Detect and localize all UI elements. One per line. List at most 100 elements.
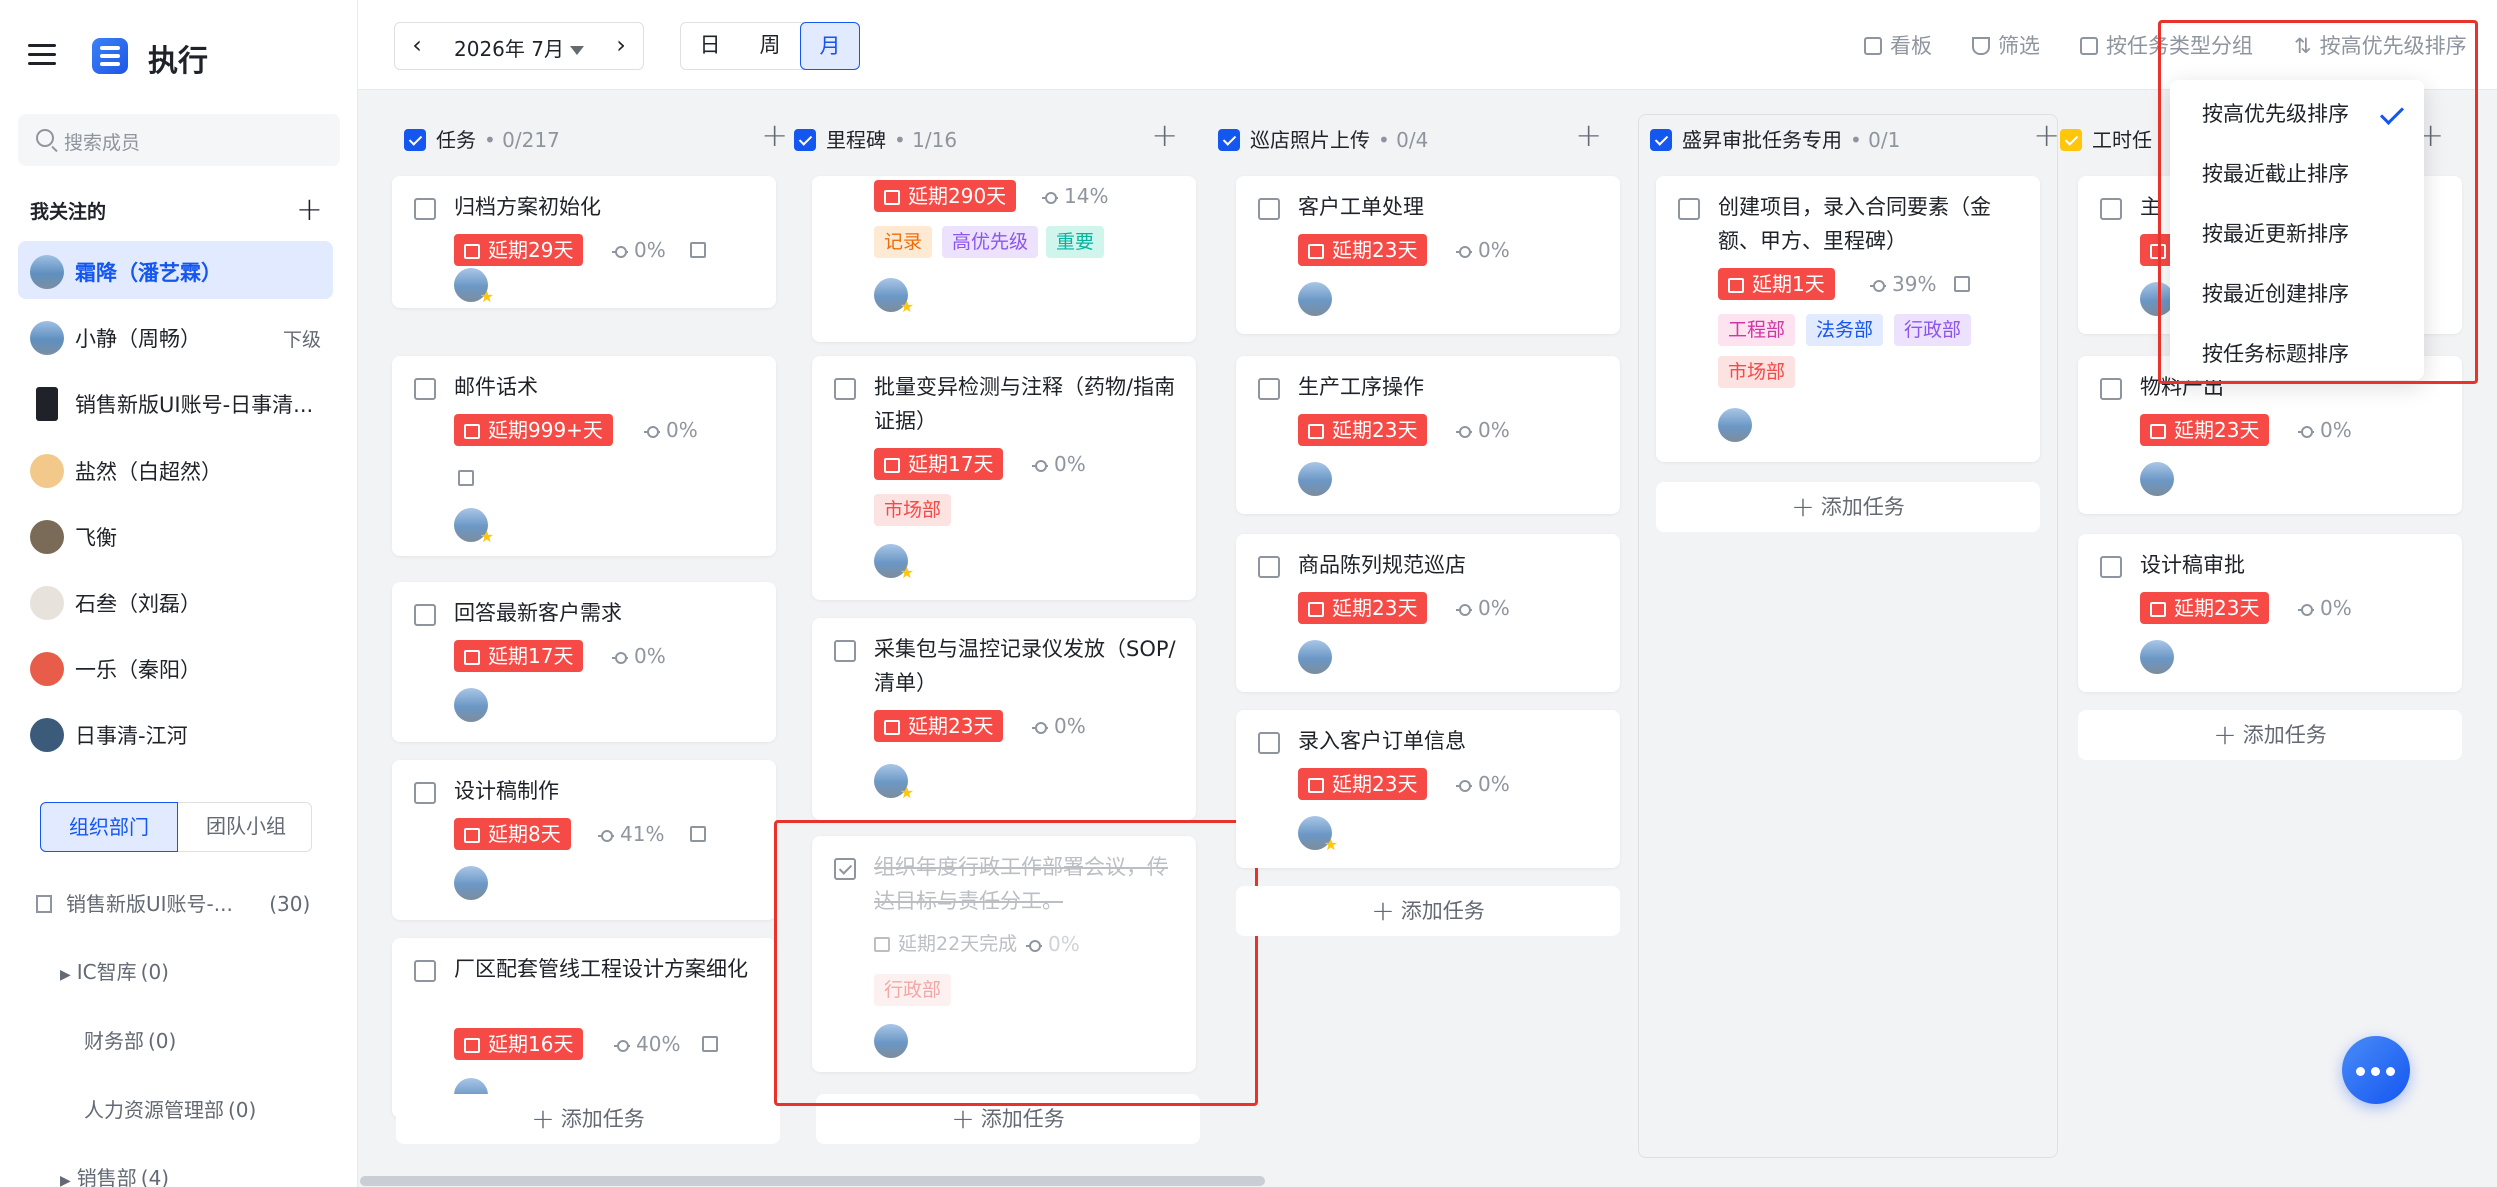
dept-name: 人力资源管理部 [84, 1098, 224, 1122]
dept-count: (0) [228, 1098, 257, 1122]
edit-icon[interactable] [702, 1036, 718, 1052]
bookmark-icon [36, 387, 58, 421]
progress: 0% [1456, 768, 1510, 800]
task-card[interactable]: 创建项目，录入合同要素（金额、甲方、里程碑） 延期1天 39% 工程部 法务部 … [1656, 176, 2040, 462]
task-card[interactable]: 邮件话术 延期999+天 0% ★ [392, 356, 776, 556]
edit-icon[interactable] [690, 826, 706, 842]
column-count-value: 0/1 [1868, 128, 1901, 152]
dept-item[interactable]: 财务部 (0) [84, 1025, 176, 1054]
member-search-input[interactable]: 搜索成员 [18, 114, 340, 166]
task-card[interactable]: 录入客户订单信息 延期23天 0% ★ [1236, 710, 1620, 868]
tab-org[interactable]: 组织部门 [40, 802, 178, 852]
horizontal-scrollbar[interactable] [360, 1176, 1265, 1186]
view-month-button[interactable]: 月 [800, 22, 860, 70]
task-checkbox[interactable] [414, 604, 436, 626]
view-week-button[interactable]: 周 [740, 22, 800, 70]
add-column-task-button[interactable]: + [2033, 116, 2060, 154]
edit-icon[interactable] [690, 242, 706, 258]
column-count: • 1/16 [894, 128, 958, 152]
task-checkbox[interactable] [1258, 556, 1280, 578]
member-item[interactable]: 霜降（潘艺霖） [18, 241, 333, 299]
edit-icon[interactable] [1954, 276, 1970, 292]
add-task-button[interactable]: + 添加任务 [2078, 710, 2462, 760]
edit-icon[interactable] [458, 470, 474, 486]
add-task-button[interactable]: + 添加任务 [1236, 886, 1620, 936]
task-card[interactable]: 回答最新客户需求 延期17天 0% [392, 582, 776, 742]
task-checkbox[interactable] [1258, 198, 1280, 220]
assignee-avatar: ★ [454, 508, 494, 546]
progress-value: 0% [1054, 452, 1086, 476]
chevron-down-icon [569, 46, 584, 55]
progress: 39% [1870, 268, 1936, 300]
task-card[interactable]: 延期290天 14% 记录 高优先级 重要 ★ [812, 176, 1196, 342]
calendar-icon [2150, 424, 2166, 439]
add-task-button[interactable]: + 添加任务 [396, 1094, 780, 1144]
menu-icon[interactable] [28, 44, 56, 66]
member-item[interactable]: 小静（周畅） 下级 [18, 307, 333, 365]
date-navigator: ‹ 2026年 7月 › [394, 22, 644, 70]
task-card[interactable]: 归档方案初始化 延期29天 0% ★ [392, 176, 776, 308]
task-checkbox[interactable] [1678, 198, 1700, 220]
task-checkbox[interactable] [2100, 198, 2122, 220]
task-checkbox[interactable] [2100, 378, 2122, 400]
calendar-icon [464, 828, 480, 843]
more-actions-button[interactable] [2342, 1036, 2410, 1104]
next-month-button[interactable]: › [599, 23, 643, 69]
task-card[interactable]: 设计稿审批 延期23天 0% [2078, 534, 2462, 692]
task-checkbox[interactable] [414, 960, 436, 982]
due-badge: 延期23天 [1298, 234, 1428, 266]
task-checkbox[interactable] [414, 378, 436, 400]
sidebar: 执行 搜索成员 我关注的 + 霜降（潘艺霖） 小静（周畅） 下级 销售新版UI账号… [0, 0, 358, 1187]
column-title: 里程碑 [826, 128, 886, 152]
dept-item[interactable]: 人力资源管理部 (0) [84, 1094, 256, 1123]
progress-value: 0% [2320, 418, 2352, 442]
filter-button[interactable]: 筛选 [1972, 30, 2040, 60]
prev-month-button[interactable]: ‹ [395, 23, 439, 69]
progress-value: 0% [1478, 238, 1510, 262]
column-count: • 0/1 [1850, 128, 1901, 152]
task-checkbox[interactable] [1258, 732, 1280, 754]
task-checkbox[interactable] [834, 640, 856, 662]
add-column-task-button[interactable]: + [1151, 116, 1178, 154]
add-task-label: 添加任务 [1400, 899, 1485, 923]
assignee-avatar [2140, 462, 2174, 496]
due-label: 延期16天 [488, 1032, 574, 1056]
dept-item[interactable]: ▶ IC智库 (0) [60, 956, 169, 985]
tag: 工程部 [1718, 314, 1796, 346]
add-column-task-button[interactable]: + [1575, 116, 1602, 154]
member-item[interactable]: 一乐（秦阳） [18, 638, 333, 696]
add-column-task-button[interactable]: + [761, 116, 788, 154]
member-item[interactable]: 飞衡 [18, 506, 333, 564]
task-checkbox[interactable] [1258, 378, 1280, 400]
task-card[interactable]: 厂区配套管线工程设计方案细化 延期16天 40% [392, 938, 776, 1118]
member-item[interactable]: 盐然（白超然） [18, 440, 333, 498]
tab-team[interactable]: 团队小组 [177, 802, 315, 852]
task-checkbox[interactable] [2100, 556, 2122, 578]
view-day-button[interactable]: 日 [680, 22, 740, 70]
dept-item[interactable]: ▶ 销售部 (4) [60, 1162, 169, 1187]
column-header: 盛昇审批任务专用 • 0/1 + [1650, 116, 2060, 160]
column-count-value: 0/4 [1396, 128, 1429, 152]
dept-item[interactable]: 销售新版UI账号-... (30) [36, 888, 310, 917]
task-type-icon [404, 129, 426, 151]
member-item[interactable]: 石叁（刘磊） [18, 572, 333, 630]
kanban-button[interactable]: 看板 [1864, 30, 1932, 60]
task-card[interactable]: 商品陈列规范巡店 延期23天 0% [1236, 534, 1620, 692]
column-count-value: 0/217 [502, 128, 560, 152]
member-item[interactable]: 销售新版UI账号-日事清... [18, 373, 333, 431]
task-card[interactable]: 批量变异检测与注释（药物/指南证据） 延期17天 0% 市场部 ★ [812, 356, 1196, 600]
task-checkbox[interactable] [414, 782, 436, 804]
add-task-button[interactable]: + 添加任务 [1656, 482, 2040, 532]
task-card[interactable]: 采集包与温控记录仪发放（SOP/清单） 延期23天 0% ★ [812, 618, 1196, 820]
task-card[interactable]: 设计稿制作 延期8天 41% [392, 760, 776, 920]
add-followed-button[interactable]: + [296, 190, 323, 228]
task-checkbox[interactable] [834, 378, 856, 400]
task-checkbox[interactable] [414, 198, 436, 220]
task-card[interactable]: 客户工单处理 延期23天 0% [1236, 176, 1620, 334]
app-root: 执行 搜索成员 我关注的 + 霜降（潘艺霖） 小静（周畅） 下级 销售新版UI账号… [0, 0, 2497, 1187]
month-picker[interactable]: 2026年 7月 [439, 33, 599, 62]
task-card[interactable]: 生产工序操作 延期23天 0% [1236, 356, 1620, 514]
member-item[interactable]: 日事清-江河 [18, 704, 333, 762]
task-type-icon [1218, 129, 1240, 151]
progress-icon [612, 651, 628, 664]
